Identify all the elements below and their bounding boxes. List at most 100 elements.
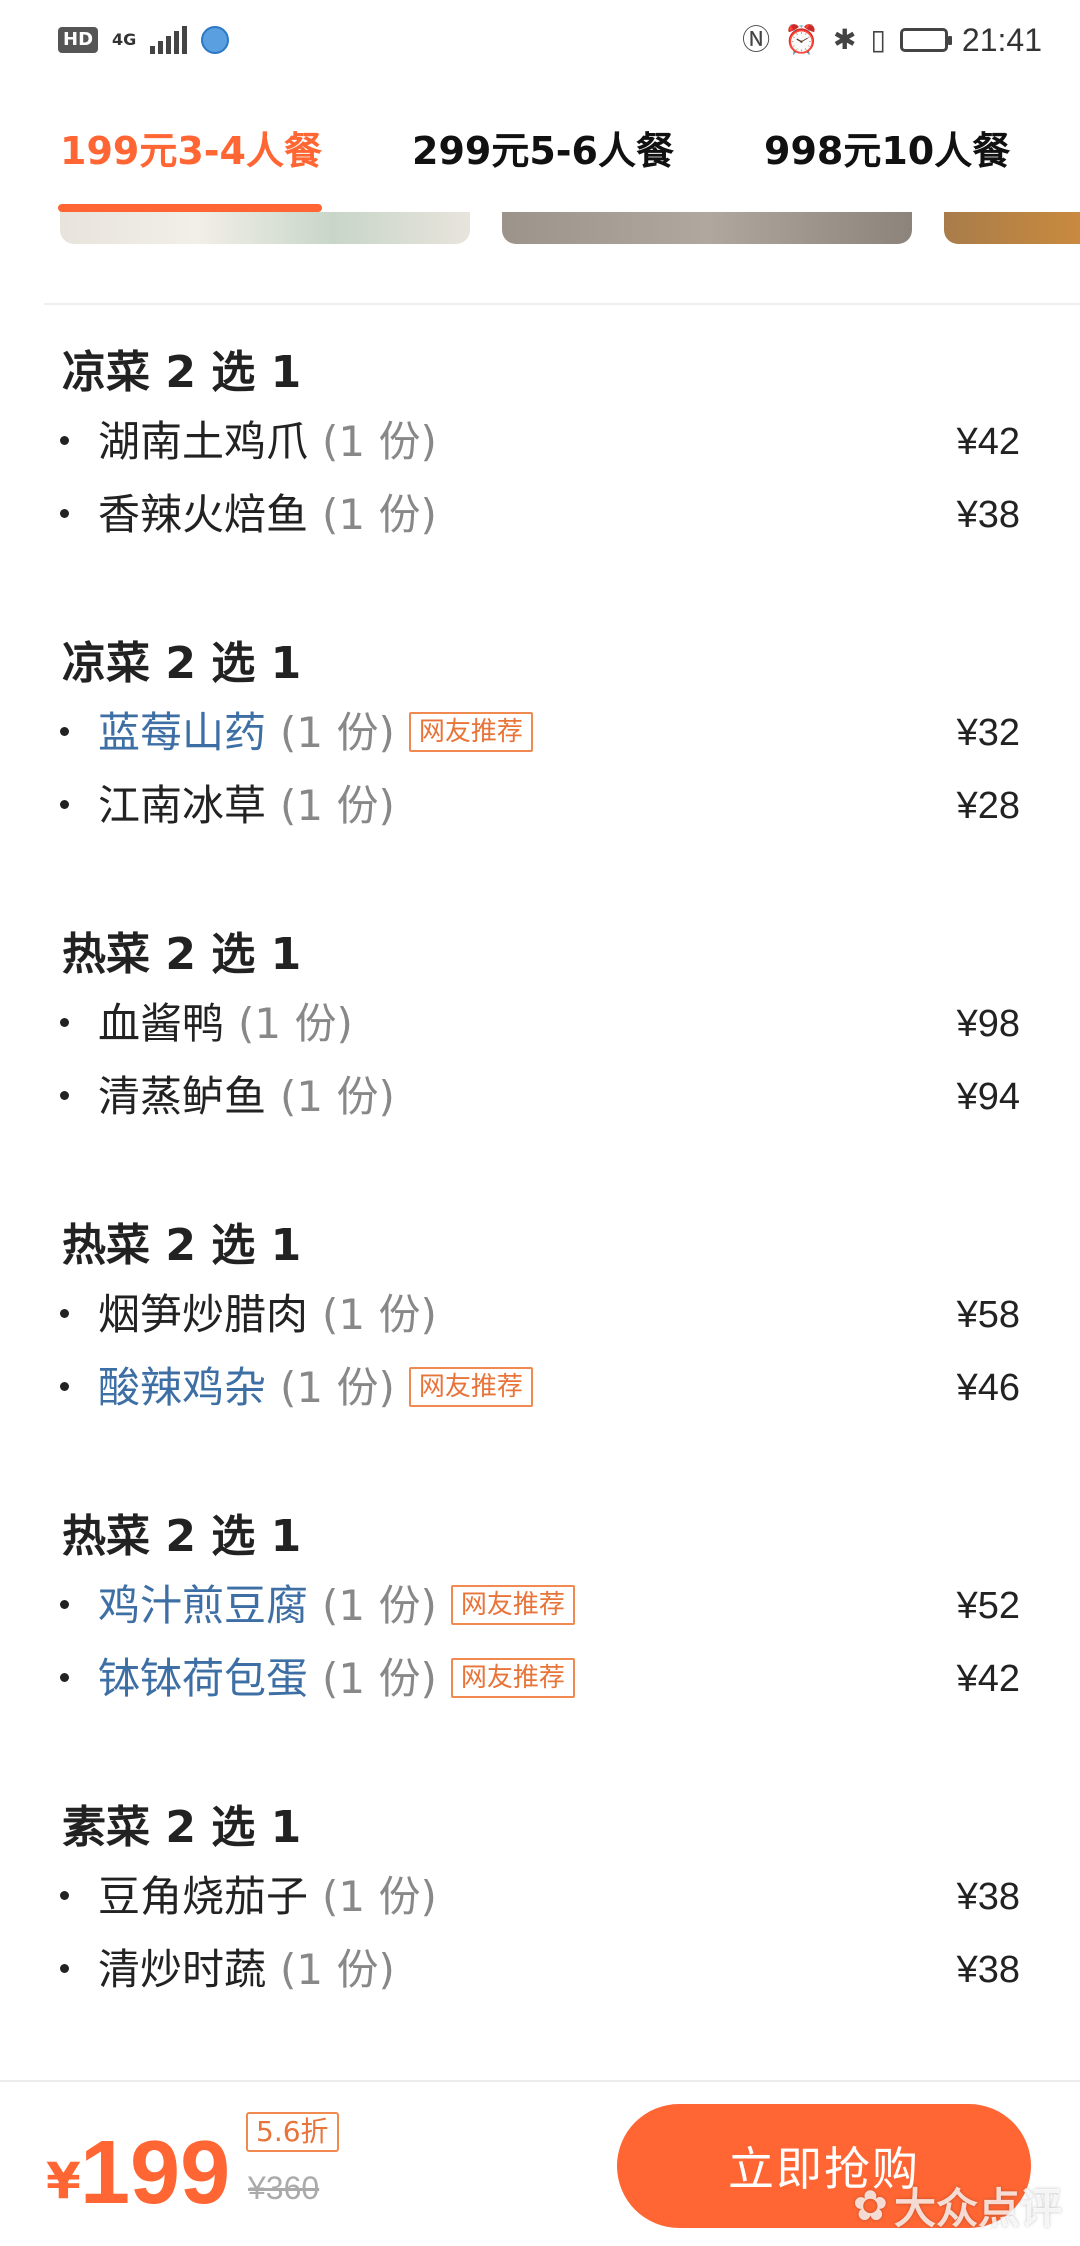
- dish-price: ¥42: [956, 421, 1020, 463]
- dish-quantity: (1 份): [322, 1581, 437, 1630]
- dish-quantity: (1 份): [280, 1072, 395, 1121]
- bullet: [60, 727, 69, 736]
- bottom-bar: ¥ 199 5.6折 ¥360 立即抢购 ✿ 大众点评: [0, 2080, 1080, 2246]
- menu-item[interactable]: 鸡汁煎豆腐 (1 份) 网友推荐 ¥52: [0, 1576, 1080, 1636]
- watermark-text: 大众点评: [893, 2184, 1062, 2233]
- discount-badge: 5.6折: [246, 2112, 339, 2152]
- bullet: [60, 800, 69, 809]
- package-tabs: 199元3-4人餐 299元5-6人餐 998元10人餐: [0, 100, 1080, 212]
- menu-item: 江南冰草 (1 份) ¥28: [0, 776, 1080, 836]
- current-price: 199: [80, 2123, 231, 2223]
- dish-name: 江南冰草: [98, 781, 267, 830]
- menu-item: 湖南土鸡爪 (1 份) ¥42: [0, 412, 1080, 472]
- dish-name-container[interactable]: 鸡汁煎豆腐 (1 份) 网友推荐: [98, 1576, 575, 1636]
- original-price: ¥360: [248, 2170, 320, 2206]
- bullet: [60, 509, 69, 518]
- menu-item: 清蒸鲈鱼 (1 份) ¥94: [0, 1067, 1080, 1127]
- battery-icon: [899, 28, 952, 52]
- menu-item: 血酱鸭 (1 份) ¥98: [0, 994, 1080, 1054]
- dish-name: 烟笋炒腊肉: [98, 1290, 309, 1339]
- bullet: [60, 1964, 69, 1973]
- bullet: [60, 1091, 69, 1100]
- recommended-badge: 网友推荐: [408, 1366, 533, 1407]
- dish-quantity: (1 份): [280, 708, 395, 757]
- status-left: HD 4G: [58, 26, 230, 54]
- tab-299[interactable]: 299元5-6人餐: [412, 120, 674, 175]
- dish-price: ¥52: [956, 1585, 1020, 1627]
- dish-name-container[interactable]: 蓝莓山药 (1 份) 网友推荐: [98, 703, 533, 763]
- bullet: [60, 1891, 69, 1900]
- recommended-badge: 网友推荐: [450, 1657, 575, 1698]
- recommended-badge: 网友推荐: [408, 711, 533, 752]
- menu-item: 香辣火焙鱼 (1 份) ¥38: [0, 485, 1080, 545]
- tab-199[interactable]: 199元3-4人餐: [60, 120, 322, 175]
- dish-image[interactable]: [502, 212, 912, 244]
- dish-quantity: (1 份): [322, 1290, 437, 1339]
- section-title: 凉菜 2 选 1: [62, 638, 302, 689]
- dish-quantity: (1 份): [280, 1363, 395, 1412]
- dish-name: 香辣火焙鱼: [98, 490, 309, 539]
- bullet: [60, 1673, 69, 1682]
- dish-price: ¥28: [956, 785, 1020, 827]
- recommended-badge: 网友推荐: [450, 1584, 575, 1625]
- status-right: Ⓝ ⏰ ✱ ▯ 21:41: [742, 22, 1042, 59]
- alarm-icon: ⏰: [784, 23, 820, 56]
- network-type: 4G: [112, 30, 137, 49]
- dish-price: ¥38: [956, 1876, 1020, 1918]
- dish-name: 湖南土鸡爪: [98, 417, 309, 466]
- dish-name-container[interactable]: 钵钵荷包蛋 (1 份) 网友推荐: [98, 1649, 575, 1709]
- dish-name: 豆角烧茄子: [98, 1872, 309, 1921]
- dish-price: ¥32: [956, 712, 1020, 754]
- dish-price: ¥42: [956, 1658, 1020, 1700]
- dish-price: ¥38: [956, 1949, 1020, 1991]
- dish-name-container: 豆角烧茄子 (1 份): [98, 1867, 437, 1927]
- clock: 21:41: [961, 21, 1042, 58]
- dish-price: ¥46: [956, 1367, 1020, 1409]
- section-title: 凉菜 2 选 1: [62, 347, 302, 398]
- dish-name-container: 血酱鸭 (1 份): [98, 994, 353, 1054]
- tab-998[interactable]: 998元10人餐: [764, 120, 1010, 175]
- dish-image[interactable]: [60, 212, 470, 244]
- section-title: 热菜 2 选 1: [62, 929, 302, 980]
- dish-quantity: (1 份): [322, 490, 437, 539]
- dish-price: ¥58: [956, 1294, 1020, 1336]
- dish-price: ¥38: [956, 494, 1020, 536]
- bullet: [60, 1018, 69, 1027]
- signal-icon: [150, 26, 188, 54]
- dish-name-container: 香辣火焙鱼 (1 份): [98, 485, 437, 545]
- section-title: 素菜 2 选 1: [62, 1802, 302, 1853]
- dish-name[interactable]: 蓝莓山药: [98, 708, 266, 757]
- dish-name[interactable]: 酸辣鸡杂: [98, 1363, 266, 1412]
- bullet: [60, 436, 69, 445]
- menu-item[interactable]: 蓝莓山药 (1 份) 网友推荐 ¥32: [0, 703, 1080, 763]
- dish-name-container: 湖南土鸡爪 (1 份): [98, 412, 437, 472]
- divider: [44, 303, 1080, 305]
- dish-name-container[interactable]: 酸辣鸡杂 (1 份) 网友推荐: [98, 1358, 533, 1418]
- dish-quantity: (1 份): [280, 781, 395, 830]
- dish-name-container: 清炒时蔬 (1 份): [98, 1940, 395, 2000]
- browser-icon: [201, 26, 230, 54]
- hd-icon: HD: [58, 27, 99, 53]
- bullet: [60, 1600, 69, 1609]
- menu-item[interactable]: 酸辣鸡杂 (1 份) 网友推荐 ¥46: [0, 1358, 1080, 1418]
- vibrate-icon: ▯: [870, 23, 886, 56]
- dish-name[interactable]: 鸡汁煎豆腐: [98, 1581, 308, 1630]
- dish-quantity: (1 份): [322, 417, 437, 466]
- section-title: 热菜 2 选 1: [62, 1220, 302, 1271]
- watermark-icon: ✿: [852, 2181, 888, 2230]
- dish-quantity: (1 份): [238, 999, 353, 1048]
- bluetooth-icon: ✱: [833, 23, 857, 56]
- dish-quantity: (1 份): [280, 1945, 395, 1994]
- active-tab-indicator: [58, 204, 322, 212]
- dish-image[interactable]: [944, 212, 1080, 244]
- dish-price: ¥94: [956, 1076, 1020, 1118]
- dish-name-container: 江南冰草 (1 份): [98, 776, 395, 836]
- menu-item[interactable]: 钵钵荷包蛋 (1 份) 网友推荐 ¥42: [0, 1649, 1080, 1709]
- currency-symbol: ¥: [46, 2152, 81, 2210]
- menu-item: 清炒时蔬 (1 份) ¥38: [0, 1940, 1080, 2000]
- nfc-icon: Ⓝ: [742, 23, 771, 56]
- dish-name[interactable]: 钵钵荷包蛋: [98, 1654, 308, 1703]
- bullet: [60, 1382, 69, 1391]
- watermark-logo: ✿ 大众点评: [853, 2175, 1062, 2236]
- menu-item: 烟笋炒腊肉 (1 份) ¥58: [0, 1285, 1080, 1345]
